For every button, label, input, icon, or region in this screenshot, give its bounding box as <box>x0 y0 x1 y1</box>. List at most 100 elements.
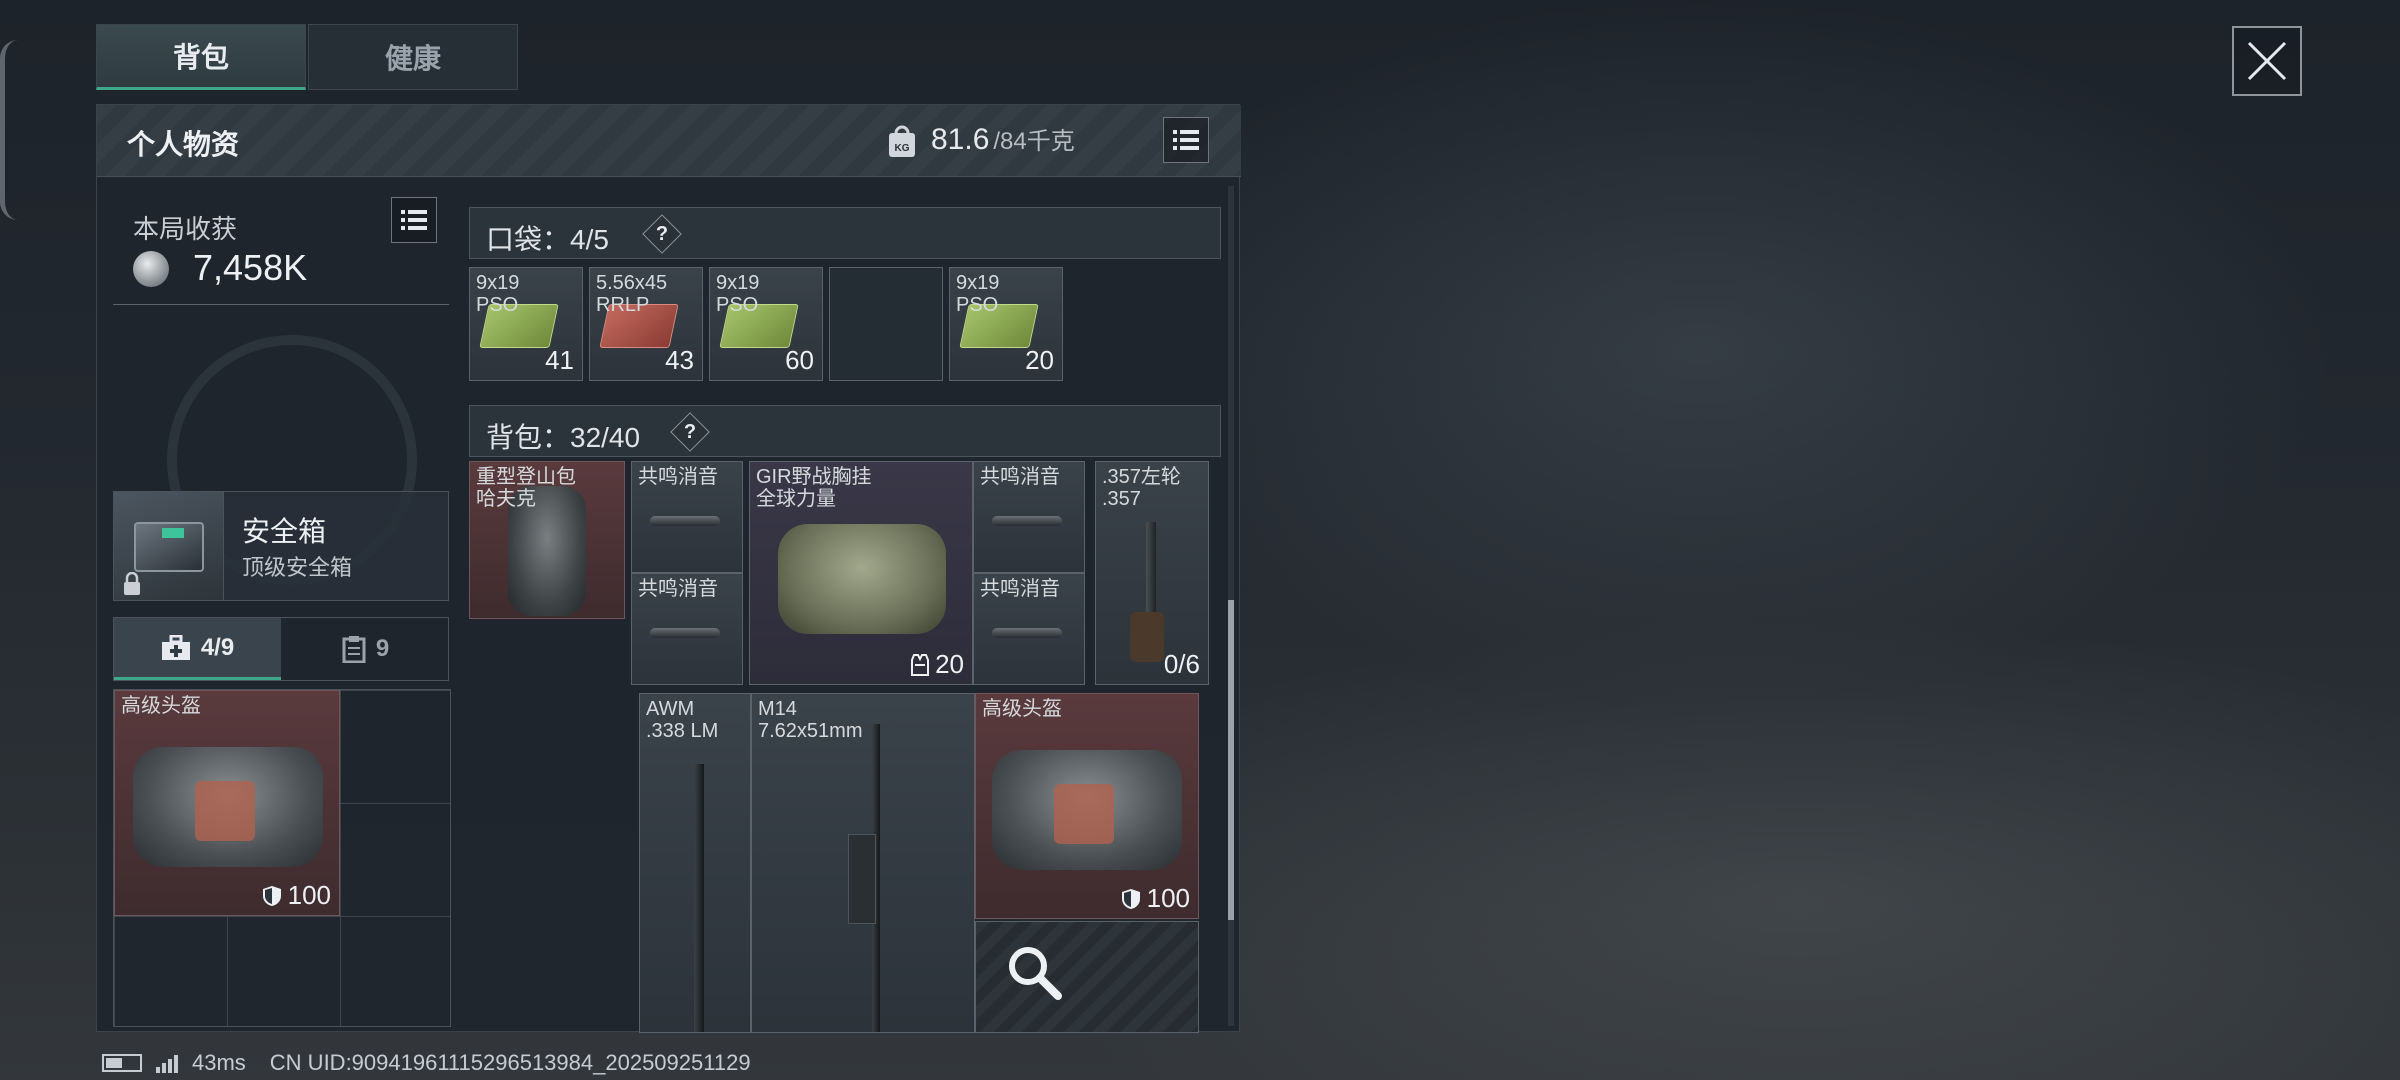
help-icon: ? <box>683 421 697 443</box>
pockets-help-button[interactable]: ? <box>642 214 682 254</box>
safe-box-title: 安全箱 <box>242 516 327 547</box>
tab-medical-label: 4/9 <box>200 633 235 661</box>
item-name: 共鸣消音 <box>980 578 1060 600</box>
pockets-label: 口袋：4/5 <box>486 224 609 255</box>
suppressor-image <box>650 628 720 638</box>
shield-icon <box>262 885 281 906</box>
search-icon <box>1009 947 1062 1000</box>
safe-container-grid: 高级头盔 100 <box>113 689 451 1027</box>
backpack-item-m14[interactable]: M14 7.62x51mm <box>751 693 975 1033</box>
scrollbar-thumb[interactable] <box>1228 600 1234 920</box>
backpack-header: 背包：32/40 ? <box>469 405 1221 457</box>
tab-records[interactable]: 9 <box>282 618 449 680</box>
help-icon: ? <box>655 223 669 245</box>
safe-latch <box>162 528 184 538</box>
tab-backpack-label: 背包 <box>172 42 229 73</box>
item-name: 共鸣消音 <box>638 466 718 488</box>
battery-icon <box>102 1054 142 1072</box>
item-name: 5.56x45 RRLP <box>596 272 668 316</box>
backpack-item-suppressor-3[interactable]: 共鸣消音 <box>973 461 1085 573</box>
clipboard-icon <box>342 636 366 663</box>
item-name: 高级头盔 <box>121 695 201 717</box>
search-slot[interactable] <box>975 921 1199 1033</box>
vest-icon <box>911 653 930 676</box>
medkit-icon <box>161 634 190 660</box>
suppressor-image <box>650 516 720 526</box>
item-name: 共鸣消音 <box>638 578 718 600</box>
backpack-item-chest-rig[interactable]: GIR野战胸挂 全球力量 20 <box>749 461 973 685</box>
safe-item-helmet[interactable]: 高级头盔 100 <box>114 690 340 916</box>
item-name: 共鸣消音 <box>980 466 1060 488</box>
safe-box-image <box>114 492 224 600</box>
safe-box-subtitle: 顶级安全箱 <box>242 555 353 580</box>
suppressor-image <box>992 516 1062 526</box>
container-tabs: 4/9 9 <box>113 617 449 681</box>
capacity-value: 20 <box>935 649 964 679</box>
weight-current: 81.6 <box>931 123 990 156</box>
item-count: 43 <box>665 345 694 375</box>
backpack-help-button[interactable]: ? <box>670 412 710 452</box>
signal-icon <box>156 1053 178 1073</box>
durability-value: 100 <box>1146 883 1190 913</box>
screen-edge-decoration <box>0 40 18 220</box>
backpack-label: 背包：32/40 <box>486 422 641 453</box>
item-name: 9x19 PSO <box>956 272 1000 316</box>
earnings-list-button[interactable] <box>391 197 437 243</box>
list-icon <box>1173 130 1199 150</box>
item-name: .357左轮 .357 <box>1102 466 1181 510</box>
item-name: 重型登山包 哈夫克 <box>476 466 576 510</box>
svg-text:KG: KG <box>895 143 910 154</box>
inventory-panel: 个人物资 KG 81.6 /84千克 本局收获 7,458K 安全箱 顶级安全箱… <box>96 104 1241 1033</box>
backpack-item-helmet[interactable]: 高级头盔 100 <box>975 693 1199 919</box>
tab-health-label: 健康 <box>384 43 441 74</box>
sort-list-button[interactable] <box>1163 117 1209 163</box>
pocket-slot-4-empty[interactable] <box>829 267 943 381</box>
status-bar: 43ms CN UID:909419611152965139​84_202509… <box>102 1050 751 1076</box>
item-name: AWM .338 LM <box>646 698 719 742</box>
tab-health[interactable]: 健康 <box>308 24 518 90</box>
weight-readout: 81.6 /84千克 <box>931 121 1075 157</box>
bag-patch <box>195 781 255 841</box>
chest-rig-image <box>778 524 946 634</box>
capacity-readout: 20 <box>911 649 964 680</box>
tab-backpack[interactable]: 背包 <box>96 24 306 90</box>
item-count: 60 <box>785 345 814 375</box>
close-button[interactable] <box>2232 26 2302 96</box>
backpack-item-awm[interactable]: AWM .338 LM <box>639 693 751 1033</box>
item-name: 高级头盔 <box>982 698 1062 720</box>
panel-title: 个人物资 <box>127 129 240 160</box>
backpack-item-suppressor-2[interactable]: 共鸣消音 <box>631 573 743 685</box>
coin-icon <box>133 251 169 287</box>
suppressor-image <box>992 628 1062 638</box>
lock-icon <box>124 572 140 595</box>
item-name: GIR野战胸挂 全球力量 <box>756 466 872 510</box>
shield-icon <box>1121 888 1140 909</box>
weight-max: /84千克 <box>993 128 1075 155</box>
awm-rifle-image <box>694 764 704 1032</box>
pocket-slot-3[interactable]: 9x19 PSO 60 <box>709 267 823 381</box>
item-count: 0/6 <box>1163 649 1200 679</box>
item-name: 9x19 PSO <box>476 272 520 316</box>
backpack-item-suppressor-4[interactable]: 共鸣消音 <box>973 573 1085 685</box>
list-icon <box>401 210 427 230</box>
bag-patch <box>1054 784 1114 844</box>
backpack-item-revolver[interactable]: .357左轮 .357 0/6 <box>1095 461 1209 685</box>
item-count: 20 <box>1025 345 1054 375</box>
earnings-label: 本局收获 <box>133 214 238 244</box>
user-uid: CN UID:909419611152965139​84_20250925112… <box>269 1050 751 1075</box>
item-name: M14 7.62x51mm <box>758 698 863 742</box>
earnings-value: 7,458K <box>193 247 308 288</box>
durability-readout: 100 <box>1121 883 1190 914</box>
durability-value: 100 <box>287 880 331 910</box>
m14-scope-image <box>848 834 876 924</box>
tab-records-label: 9 <box>375 635 390 662</box>
pocket-slot-2[interactable]: 5.56x45 RRLP 43 <box>589 267 703 381</box>
backpack-item-suppressor-1[interactable]: 共鸣消音 <box>631 461 743 573</box>
pocket-slot-1[interactable]: 9x19 PSO 41 <box>469 267 583 381</box>
backpack-item-hiking-bag[interactable]: 重型登山包 哈夫克 <box>469 461 625 619</box>
tab-medical[interactable]: 4/9 <box>114 618 281 680</box>
safe-box-slot[interactable]: 安全箱 顶级安全箱 <box>113 491 449 601</box>
pocket-slot-5[interactable]: 9x19 PSO 20 <box>949 267 1063 381</box>
pockets-header: 口袋：4/5 ? <box>469 207 1221 259</box>
session-earnings: 本局收获 7,458K <box>113 187 449 305</box>
